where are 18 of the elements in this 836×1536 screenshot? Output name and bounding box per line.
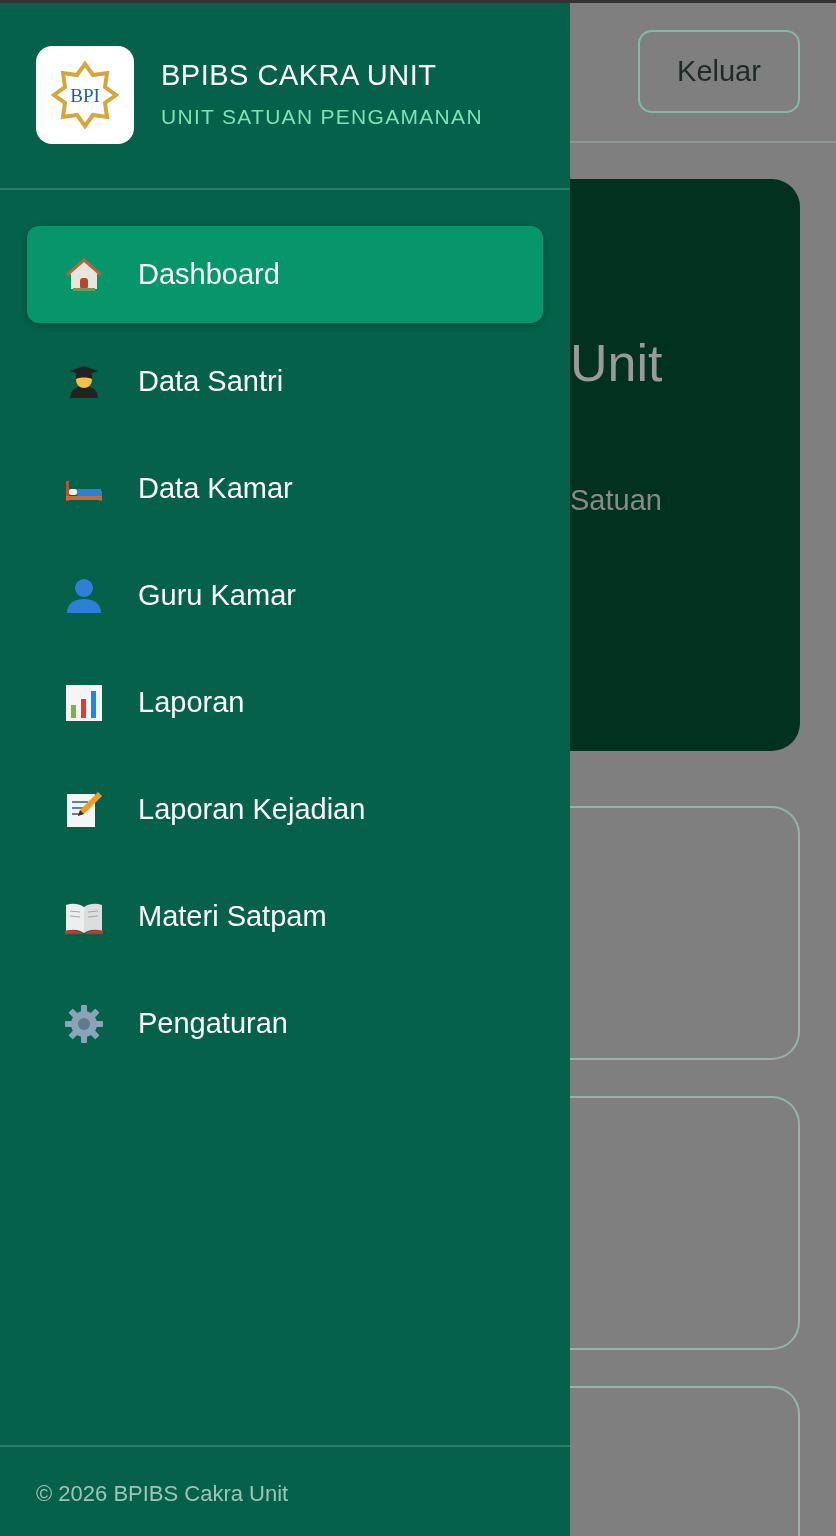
nav-item[interactable]: Data Kamar bbox=[27, 440, 543, 537]
nav-item[interactable]: Dashboard bbox=[27, 226, 543, 323]
logo: BPI bbox=[36, 46, 134, 144]
nav-item[interactable]: Pengaturan bbox=[27, 975, 543, 1072]
nav-item[interactable]: Guru Kamar bbox=[27, 547, 543, 644]
logout-button[interactable]: Keluar bbox=[638, 30, 800, 113]
nav-item[interactable]: Data Santri bbox=[27, 333, 543, 430]
nav-item[interactable]: Materi Satpam bbox=[27, 868, 543, 965]
gear-icon bbox=[64, 1003, 104, 1044]
nav-item[interactable]: Laporan bbox=[27, 654, 543, 751]
bar-chart-icon bbox=[64, 682, 104, 723]
memo-pencil-icon bbox=[64, 789, 104, 830]
hero-subtitle: Satuan bbox=[570, 483, 663, 518]
hero-title: Unit bbox=[570, 337, 664, 389]
app-title: BPIBS CAKRA UNIT bbox=[161, 57, 438, 93]
app-subtitle: UNIT SATUAN PENGAMANAN bbox=[161, 103, 483, 130]
copyright-text: © 2026 BPIBS Cakra Unit bbox=[0, 1445, 570, 1536]
nav-item[interactable]: Laporan Kejadian bbox=[27, 761, 543, 858]
